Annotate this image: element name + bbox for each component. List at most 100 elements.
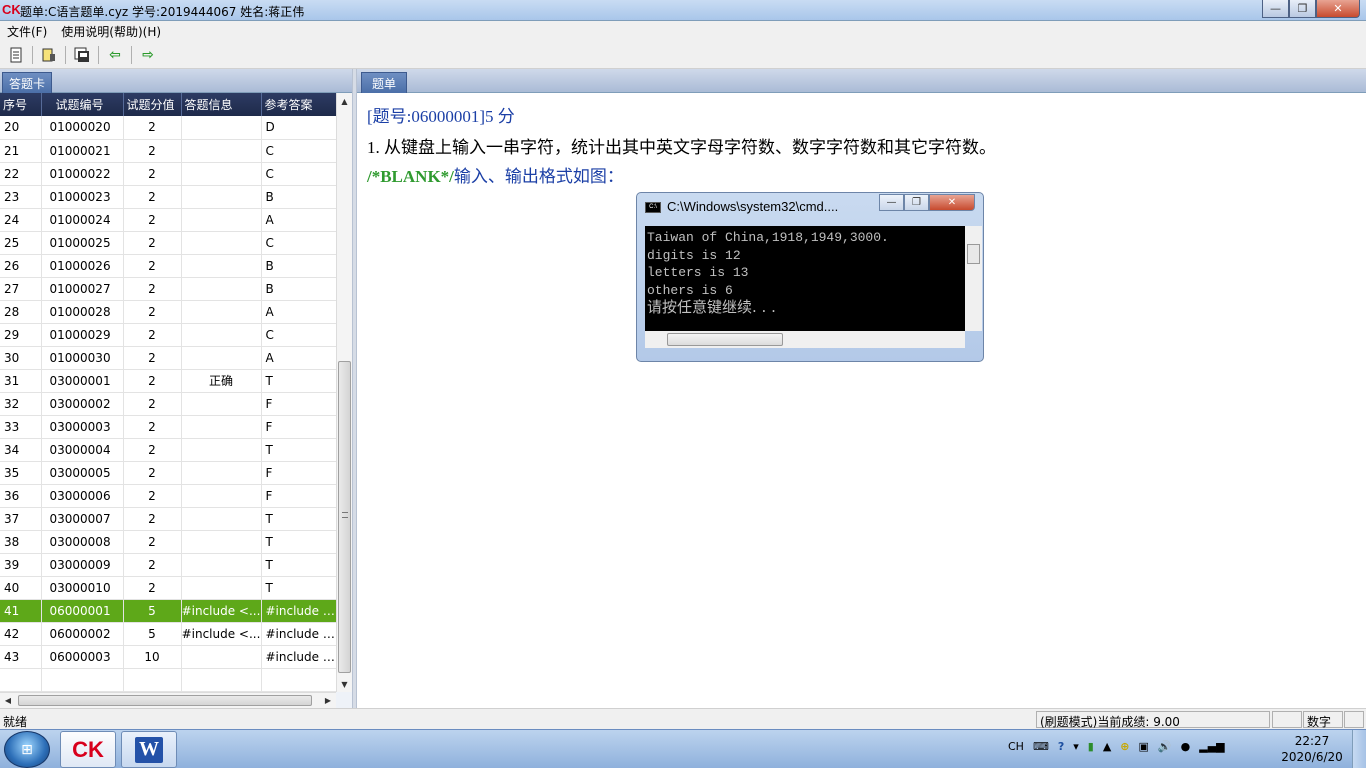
- grid-vertical-scrollbar[interactable]: ▲ ▼: [336, 93, 352, 692]
- blank-description: 输入、输出格式如图：: [453, 167, 624, 186]
- keyboard-icon[interactable]: ⌨: [1033, 740, 1049, 753]
- table-row[interactable]: 27 01000027 2 B: [0, 277, 336, 301]
- scroll-up-icon[interactable]: ▲: [337, 93, 352, 109]
- table-row[interactable]: 30 01000030 2 A: [0, 346, 336, 370]
- penguin-icon[interactable]: ●: [1181, 740, 1191, 753]
- close-button[interactable]: ✕: [1316, 0, 1360, 18]
- cell-question-id: 06000003: [41, 645, 124, 669]
- table-row[interactable]: 23 01000023 2 B: [0, 185, 336, 209]
- table-row[interactable]: 22 01000022 2 C: [0, 162, 336, 186]
- minimize-button[interactable]: —: [1262, 0, 1289, 18]
- device-icon[interactable]: ▣: [1139, 740, 1149, 753]
- signal-icon[interactable]: ▂▄▆: [1199, 740, 1224, 753]
- start-button[interactable]: ⊞: [4, 731, 50, 768]
- table-row[interactable]: 20 01000020 2 D: [0, 116, 336, 140]
- next-arrow-icon[interactable]: ⇨: [138, 45, 158, 65]
- plus-icon[interactable]: ⊕: [1120, 740, 1129, 753]
- cell-question-id: 01000024: [41, 208, 124, 232]
- cell-score: 2: [123, 185, 182, 209]
- table-row[interactable]: 34 03000004 2 T: [0, 438, 336, 462]
- table-row[interactable]: 35 03000005 2 F: [0, 461, 336, 485]
- tray-chevron-icon[interactable]: ▾: [1073, 740, 1079, 753]
- cell-answer: [181, 392, 262, 416]
- taskbar-clock[interactable]: 22:27 2020/6/20: [1278, 733, 1346, 765]
- tab-question-list[interactable]: 题单: [361, 72, 408, 93]
- scroll-down-icon[interactable]: ▼: [337, 676, 352, 692]
- cell-answer: [181, 254, 262, 278]
- col-header-reference[interactable]: 参考答案: [261, 93, 336, 116]
- col-header-question-id[interactable]: 试题编号: [41, 93, 124, 116]
- cell-answer: [181, 484, 262, 508]
- cell-answer: [181, 300, 262, 324]
- cell-index: 37: [0, 507, 42, 531]
- prev-arrow-icon[interactable]: ⇦: [105, 45, 125, 65]
- question-panel: 题单 [题号:06000001]5 分 1. 从键盘上输入一串字符，统计出其中英…: [357, 69, 1366, 708]
- table-row[interactable]: 26 01000026 2 B: [0, 254, 336, 278]
- status-empty-pane: [1272, 711, 1302, 728]
- table-row[interactable]: 41060000015#include <...#include <...: [0, 599, 336, 623]
- help-icon[interactable]: ?: [1058, 740, 1064, 753]
- table-row[interactable]: [0, 668, 336, 692]
- table-row[interactable]: 430600000310 #include <...: [0, 645, 336, 669]
- table-row[interactable]: 40 03000010 2 T: [0, 576, 336, 600]
- console-icon: C:\: [645, 202, 661, 214]
- col-header-answer[interactable]: 答题信息: [181, 93, 262, 116]
- scroll-right-icon[interactable]: ▶: [320, 693, 336, 708]
- cell-reference: T: [261, 530, 336, 554]
- cell-score: 5: [123, 622, 182, 646]
- table-row[interactable]: 33 03000003 2 F: [0, 415, 336, 439]
- menu-help[interactable]: 使用说明(帮助)(H): [54, 23, 168, 40]
- show-desktop-button[interactable]: [1352, 730, 1366, 768]
- cell-reference: #include <...: [261, 622, 336, 646]
- col-header-index[interactable]: 序号: [0, 93, 42, 116]
- cell-answer: [181, 530, 262, 554]
- open-doc-icon[interactable]: [6, 45, 26, 65]
- arrow-up-icon[interactable]: ▲: [1103, 740, 1111, 753]
- table-row[interactable]: 21 01000021 2 C: [0, 139, 336, 163]
- cell-score: 2: [123, 116, 182, 140]
- scroll-thumb-horizontal[interactable]: [18, 695, 312, 706]
- left-tabstrip: 答题卡: [0, 69, 352, 93]
- table-row[interactable]: 29 01000029 2 C: [0, 323, 336, 347]
- cell-reference: T: [261, 369, 336, 393]
- save-icon[interactable]: [72, 45, 92, 65]
- cell-index: 41: [0, 599, 42, 623]
- cell-answer: [181, 231, 262, 255]
- maximize-button[interactable]: ❐: [1289, 0, 1316, 18]
- tray-language[interactable]: CH: [1008, 740, 1024, 753]
- table-row[interactable]: 24 01000024 2 A: [0, 208, 336, 232]
- table-row[interactable]: 37 03000007 2 T: [0, 507, 336, 531]
- cell-score: 2: [123, 553, 182, 577]
- cell-index: 30: [0, 346, 42, 370]
- cell-reference: B: [261, 277, 336, 301]
- scroll-thumb[interactable]: [338, 361, 351, 673]
- cell-reference: C: [261, 139, 336, 163]
- table-row[interactable]: 38 03000008 2 T: [0, 530, 336, 554]
- taskbar-word-app[interactable]: W: [121, 731, 177, 768]
- grid-horizontal-scrollbar[interactable]: ◀ ▶: [0, 692, 336, 708]
- table-row[interactable]: 42060000025#include <...#include <...: [0, 622, 336, 646]
- cell-answer: [181, 507, 262, 531]
- cell-reference: T: [261, 576, 336, 600]
- table-row[interactable]: 39 03000009 2 T: [0, 553, 336, 577]
- table-row[interactable]: 28 01000028 2 A: [0, 300, 336, 324]
- tab-answer-card[interactable]: 答题卡: [2, 72, 53, 93]
- battery-icon[interactable]: ▮: [1088, 740, 1094, 753]
- col-header-score[interactable]: 试题分值: [123, 93, 182, 116]
- table-row[interactable]: 31 03000001 2 正确 T: [0, 369, 336, 393]
- scroll-left-icon[interactable]: ◀: [0, 693, 16, 708]
- cell-score: 2: [123, 254, 182, 278]
- table-row[interactable]: 36 03000006 2 F: [0, 484, 336, 508]
- right-tabstrip: 题单: [357, 69, 1366, 93]
- cell-index: 24: [0, 208, 42, 232]
- cell-answer: 正确: [181, 369, 262, 393]
- table-row[interactable]: 32 03000002 2 F: [0, 392, 336, 416]
- taskbar-ck-app[interactable]: CK: [60, 731, 116, 768]
- cell-reference: F: [261, 415, 336, 439]
- blank-tag: /*BLANK*/: [367, 167, 454, 186]
- cell-reference: B: [261, 254, 336, 278]
- submit-icon[interactable]: [39, 45, 59, 65]
- volume-icon[interactable]: 🔊: [1158, 740, 1172, 753]
- menu-file[interactable]: 文件(F): [0, 23, 54, 40]
- table-row[interactable]: 25 01000025 2 C: [0, 231, 336, 255]
